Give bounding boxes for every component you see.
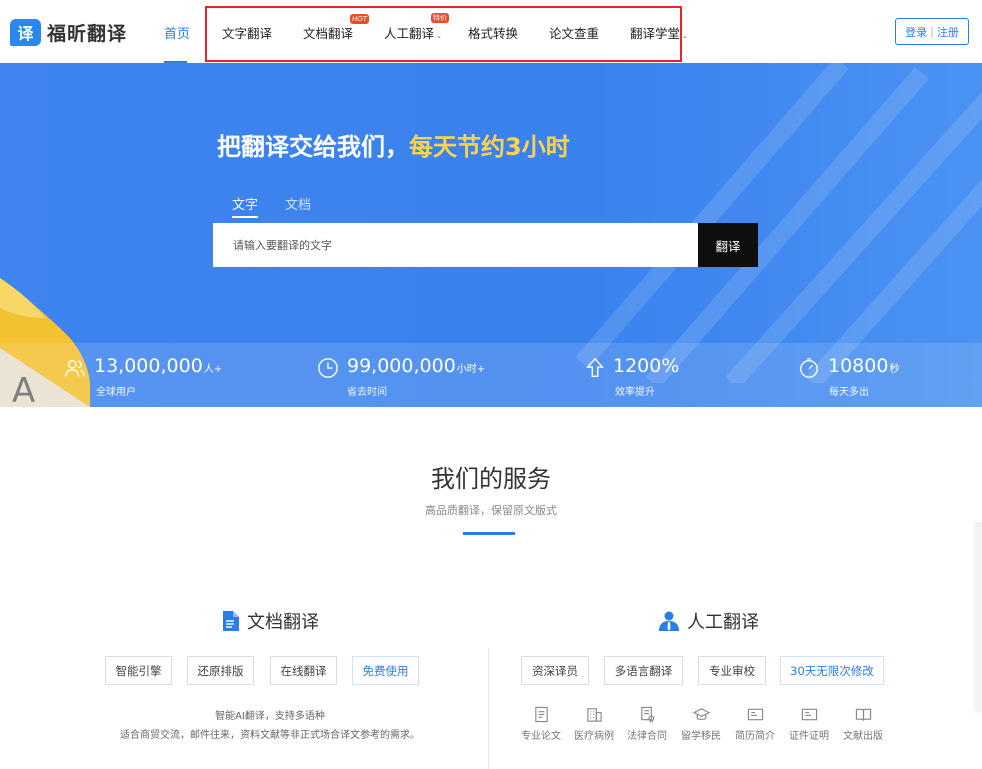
stat-label: 省去时间	[347, 387, 387, 398]
brand-name: 福昕翻译	[47, 22, 128, 45]
arrow-up-icon	[586, 357, 604, 377]
separator: |	[930, 25, 934, 38]
hot-badge: HOT	[350, 14, 370, 24]
category-label: 简历简介	[735, 731, 775, 742]
stat-unit: 秒	[889, 364, 900, 375]
nav-label: 论文查重	[549, 26, 600, 41]
nav-translation-school[interactable]: 翻译学堂 ⌄	[630, 23, 688, 42]
stats-bar: 13,000,000人+ 全球用户 99,000,000小时+ 省去时间 120…	[0, 343, 982, 407]
category-study-abroad[interactable]: 留学移民	[676, 706, 726, 742]
tab-text[interactable]: 文字	[232, 194, 258, 213]
brand-logo[interactable]: 译 福昕翻译	[10, 17, 127, 47]
services-subtitle: 高品质翻译，保留原文版式	[425, 504, 557, 517]
tag-free-use[interactable]: 免费使用	[352, 656, 419, 685]
users-icon	[65, 359, 85, 377]
graduation-cap-icon	[692, 708, 710, 720]
nav-human-translate[interactable]: 人工翻译 ⌄ 特价	[384, 13, 449, 42]
login-register-button[interactable]: 登录 | 注册	[895, 18, 969, 45]
category-label: 医疗病例	[574, 731, 614, 742]
nav-home[interactable]: 首页	[164, 23, 190, 42]
stat-value: 10800	[828, 355, 889, 377]
timer-icon	[800, 358, 818, 378]
nav-label: 文字翻译	[222, 26, 273, 41]
nav-text-translate[interactable]: 文字翻译	[222, 23, 272, 42]
login-link[interactable]: 登录	[905, 24, 927, 40]
stat-value: 99,000,000	[347, 355, 456, 377]
tab-document[interactable]: 文档	[285, 194, 311, 213]
category-legal-contract[interactable]: 法律合同	[622, 706, 672, 742]
doc-translate-heading[interactable]: 文档翻译	[221, 608, 319, 634]
nav-plagiarism-check[interactable]: 论文查重	[549, 23, 599, 42]
category-label: 留学移民	[681, 731, 721, 742]
tag-multi-language[interactable]: 多语言翻译	[604, 656, 683, 685]
nav-format-convert[interactable]: 格式转换	[468, 23, 518, 42]
tag-professional-review[interactable]: 专业审校	[698, 656, 766, 685]
certificate-icon	[801, 708, 817, 721]
register-link[interactable]: 注册	[937, 24, 959, 40]
category-resume[interactable]: 简历简介	[730, 706, 780, 742]
book-icon	[855, 708, 871, 721]
category-academic-paper[interactable]: 专业论文	[516, 706, 566, 742]
id-card-icon	[747, 708, 763, 721]
special-price-badge: 特价	[431, 13, 449, 23]
services-title: 我们的服务	[431, 465, 551, 493]
category-label: 法律合同	[627, 731, 667, 742]
stat-value: 13,000,000	[94, 355, 203, 377]
hero-title: 把翻译交给我们，每天节约3小时	[217, 127, 570, 162]
stat-unit: 人+	[203, 364, 223, 375]
hero-title-highlight: 每天节约3小时	[409, 133, 570, 161]
floating-side-panel[interactable]	[976, 522, 982, 712]
human-translate-heading[interactable]: 人工翻译	[659, 608, 759, 634]
hero-title-main: 把翻译交给我们，	[217, 133, 409, 161]
clock-icon	[318, 358, 338, 378]
stat-value: 1200%	[613, 355, 680, 377]
document-icon	[223, 611, 239, 631]
chevron-down-icon: ⌄	[682, 32, 688, 40]
stat-label: 全球用户	[96, 387, 136, 398]
doc-desc-line1: 智能AI翻译，支持多语种	[215, 711, 325, 722]
tag-online-translate[interactable]: 在线翻译	[270, 656, 337, 685]
category-label: 专业论文	[521, 731, 561, 742]
nav-label: 文档翻译	[303, 26, 354, 41]
nav-doc-translate[interactable]: 文档翻译 HOT	[303, 14, 370, 42]
contract-icon	[640, 706, 654, 723]
stat-label: 每天多出	[829, 387, 869, 398]
tab-active-indicator	[232, 216, 258, 218]
hospital-icon	[586, 708, 602, 722]
category-label: 文献出版	[843, 731, 883, 742]
category-medical-record[interactable]: 医疗病例	[569, 706, 619, 742]
human-translate-title: 人工翻译	[687, 612, 759, 633]
doc-translate-title: 文档翻译	[247, 612, 319, 633]
nav-label: 翻译学堂	[630, 26, 681, 41]
nav-label: 格式转换	[468, 26, 519, 41]
top-header: 译 福昕翻译 首页 文字翻译 文档翻译 HOT 人工翻译 ⌄ 特价 格式转换 论文…	[0, 0, 982, 63]
translate-input[interactable]	[213, 223, 698, 267]
category-certificate[interactable]: 证件证明	[784, 706, 834, 742]
paper-icon	[534, 706, 548, 723]
chevron-down-icon: ⌄	[436, 32, 442, 40]
column-divider	[488, 648, 489, 769]
category-publication[interactable]: 文献出版	[838, 706, 888, 742]
category-label: 证件证明	[789, 731, 829, 742]
tag-smart-engine[interactable]: 智能引擎	[105, 656, 172, 685]
logo-icon: 译	[10, 18, 41, 46]
tag-senior-translators[interactable]: 资深译员	[521, 656, 589, 685]
translate-button[interactable]: 翻译	[698, 223, 758, 267]
doc-desc-line2: 适合商贸交流，邮件往来，资料文献等非正式场合译文参考的需求。	[120, 730, 420, 741]
hero-banner: A 把翻译交给我们，每天节约3小时 文字 文档 翻译 13,000,000人+ …	[0, 63, 982, 407]
person-icon	[659, 611, 679, 631]
stat-unit: 小时+	[456, 364, 486, 375]
stat-label: 效率提升	[615, 387, 655, 398]
nav-label: 人工翻译	[384, 26, 435, 41]
tag-unlimited-revisions[interactable]: 30天无限次修改	[780, 656, 884, 685]
services-title-underline	[463, 532, 515, 535]
tag-restore-layout[interactable]: 还原排版	[187, 656, 254, 685]
